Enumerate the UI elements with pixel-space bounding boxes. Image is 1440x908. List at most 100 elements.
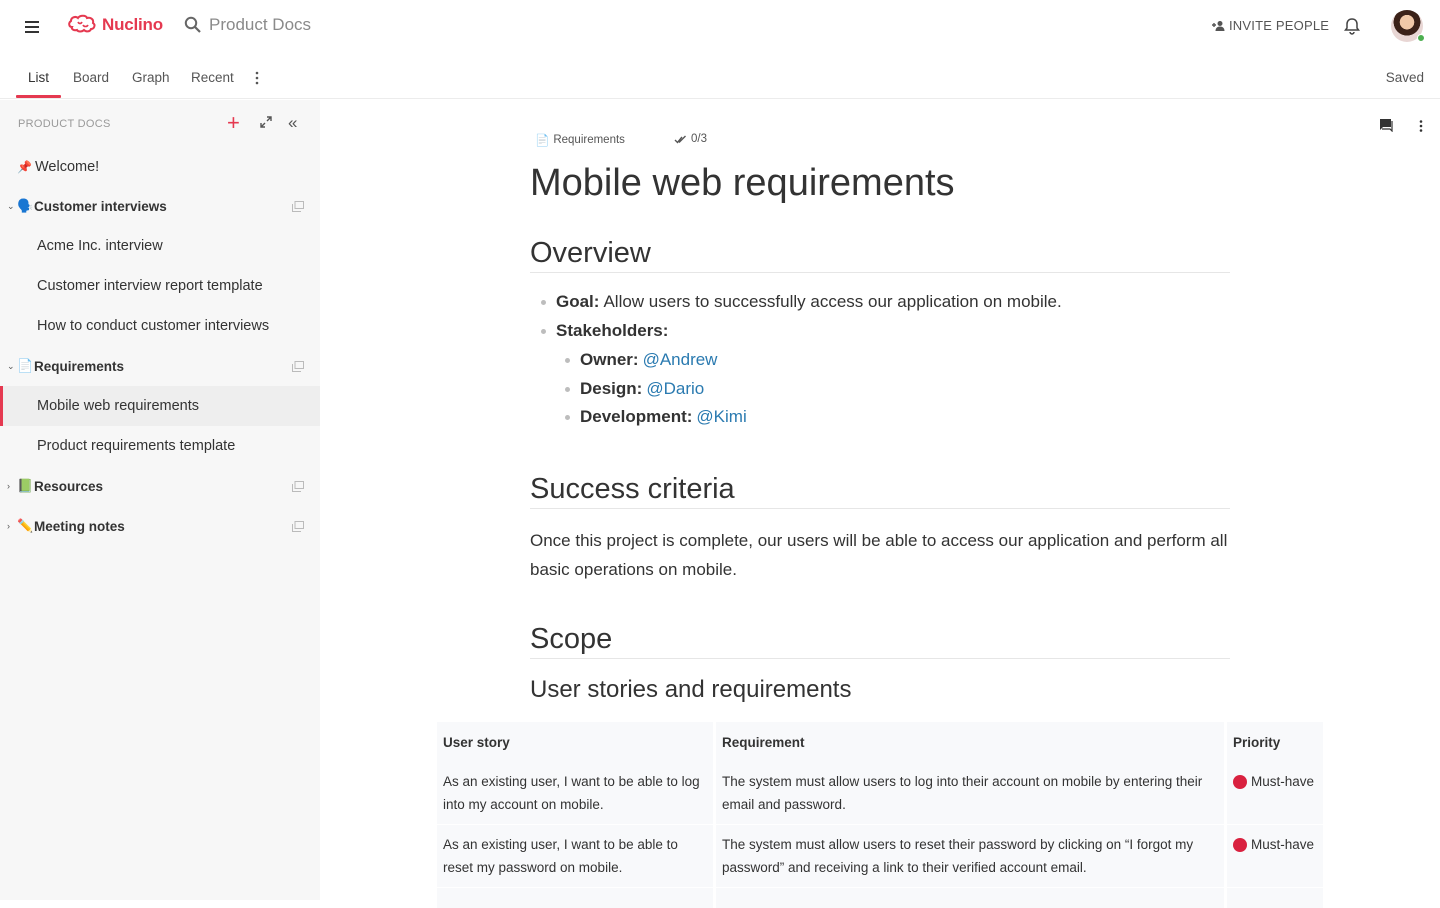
sidebar-item-label: Customer interview report template	[37, 278, 263, 294]
table-row: As an existing user, I want to be able t…	[437, 762, 1323, 824]
table-cell-priority[interactable]: Must-have	[1227, 762, 1323, 824]
workspace-search[interactable]: Product Docs	[184, 15, 311, 35]
chevron-down-icon[interactable]: ⌄	[7, 201, 15, 212]
active-tab-indicator	[16, 95, 61, 98]
overview-heading: Overview	[530, 237, 1230, 273]
table-header-row: User story Requirement Priority	[437, 722, 1323, 762]
add-person-icon	[1212, 20, 1225, 31]
success-criteria-heading: Success criteria	[530, 473, 1230, 509]
add-item-button[interactable]: +	[227, 112, 240, 134]
comment-icon[interactable]	[1379, 118, 1393, 132]
save-status: Saved	[1385, 70, 1424, 85]
sidebar-item-acme-interview[interactable]: Acme Inc. interview	[0, 226, 320, 266]
copy-icon[interactable]	[292, 521, 304, 532]
tab-board[interactable]: Board	[73, 70, 109, 85]
table-cell-story[interactable]: As an existing user, I want to be able t…	[437, 762, 716, 824]
sidebar-item-label: How to conduct customer interviews	[37, 318, 270, 334]
green-book-icon: 📗	[17, 478, 34, 493]
task-progress[interactable]: 0/3	[674, 133, 707, 145]
sidebar-item-label: Mobile web requirements	[37, 398, 199, 414]
copy-icon[interactable]	[292, 361, 304, 372]
table-cell-empty	[437, 888, 716, 908]
breadcrumb-label: Requirements	[553, 134, 625, 146]
table-header-requirement: Requirement	[716, 722, 1227, 762]
sidebar-item-conduct-interviews[interactable]: How to conduct customer interviews	[0, 306, 320, 346]
invite-people-button[interactable]: INVITE PEOPLE	[1212, 18, 1329, 33]
chevron-right-icon[interactable]: ›	[7, 521, 10, 531]
priority-label: Must-have	[1251, 837, 1315, 852]
mention-dario[interactable]: @Dario	[646, 379, 704, 399]
table-cell-empty	[716, 888, 1227, 908]
design-bullet: Design: @Dario	[565, 379, 704, 399]
stakeholders-label: Stakeholders:	[556, 321, 669, 340]
tab-graph[interactable]: Graph	[132, 70, 170, 85]
copy-icon[interactable]	[292, 201, 304, 212]
table-cell-story[interactable]: As an existing user, I want to be able t…	[437, 825, 716, 887]
table-header-user-story: User story	[437, 722, 716, 762]
pencil-icon: ✏️	[17, 518, 34, 533]
sidebar-group-customer-interviews[interactable]: ⌄ 🗣️ Customer interviews	[0, 186, 320, 226]
online-status-indicator	[1417, 34, 1425, 42]
owner-label: Owner:	[580, 350, 639, 369]
speaking-head-icon: 🗣️	[17, 198, 34, 213]
table-row-partial	[437, 888, 1323, 908]
bullet-dot	[541, 328, 546, 334]
stakeholders-bullet: Stakeholders:	[541, 321, 672, 341]
sidebar-group-resources[interactable]: › 📗 Resources	[0, 466, 320, 506]
red-circle-icon	[1233, 774, 1247, 789]
table-row: As an existing user, I want to be able t…	[437, 825, 1323, 887]
invite-label: INVITE PEOPLE	[1229, 18, 1330, 33]
view-tabs: List Board Graph Recent Saved	[0, 62, 1440, 99]
breadcrumb[interactable]: 📄 Requirements	[535, 133, 625, 147]
document-icon: 📄	[535, 135, 550, 147]
search-icon	[184, 16, 201, 33]
double-check-icon	[674, 135, 686, 144]
table-cell-priority[interactable]: Must-have	[1227, 825, 1323, 887]
sidebar-item-mobile-web-requirements[interactable]: Mobile web requirements	[0, 386, 320, 426]
copy-icon[interactable]	[292, 481, 304, 492]
goal-bullet: Goal: Allow users to successfully access…	[541, 292, 1062, 312]
chevron-right-icon[interactable]: ›	[7, 481, 10, 491]
task-count: 0/3	[691, 133, 707, 145]
scope-heading: Scope	[530, 623, 1230, 659]
notifications-bell-icon[interactable]	[1343, 17, 1361, 40]
priority-label: Must-have	[1251, 774, 1315, 789]
table-cell-requirement[interactable]: The system must allow users to reset the…	[716, 825, 1227, 887]
sidebar-item-interview-report-template[interactable]: Customer interview report template	[0, 266, 320, 306]
tab-list[interactable]: List	[28, 70, 49, 85]
sidebar-group-requirements[interactable]: ⌄ 📄 Requirements	[0, 346, 320, 386]
more-options-icon[interactable]	[1418, 119, 1424, 133]
owner-bullet: Owner: @Andrew	[565, 350, 717, 370]
expand-icon[interactable]	[260, 116, 272, 128]
red-circle-icon	[1233, 837, 1247, 852]
menu-icon[interactable]	[22, 17, 42, 37]
sidebar-item-label: Acme Inc. interview	[37, 238, 163, 254]
app-logo[interactable]: Nuclino	[66, 13, 163, 37]
sidebar-group-meeting-notes[interactable]: › ✏️ Meeting notes	[0, 506, 320, 546]
bullet-dot	[541, 299, 546, 305]
tab-recent[interactable]: Recent	[191, 70, 234, 85]
sidebar-group-label: Requirements	[34, 358, 125, 374]
sidebar-header: PRODUCT DOCS	[18, 118, 111, 130]
page-title[interactable]: Mobile web requirements	[530, 162, 955, 205]
more-views-icon[interactable]	[252, 70, 262, 86]
mention-kimi[interactable]: @Kimi	[696, 407, 746, 427]
table-cell-requirement[interactable]: The system must allow users to log into …	[716, 762, 1227, 824]
bullet-dot	[565, 414, 570, 420]
sidebar-item-label: Product requirements template	[37, 438, 236, 454]
table-header-priority: Priority	[1227, 722, 1323, 762]
bullet-dot	[565, 357, 570, 363]
user-stories-heading: User stories and requirements	[530, 676, 852, 703]
collapse-sidebar-icon[interactable]: «	[288, 114, 297, 132]
goal-label: Goal:	[556, 292, 600, 311]
development-label: Development:	[580, 407, 693, 426]
document-icon: 📄	[17, 358, 34, 373]
sidebar-group-label: Customer interviews	[34, 198, 167, 214]
sidebar-item-welcome[interactable]: 📌 Welcome!	[0, 147, 320, 187]
sidebar-item-product-requirements-template[interactable]: Product requirements template	[0, 426, 320, 466]
search-placeholder: Product Docs	[209, 15, 312, 34]
top-bar: Nuclino Product Docs INVITE PEOPLE	[0, 0, 1440, 54]
mention-andrew[interactable]: @Andrew	[643, 350, 718, 370]
chevron-down-icon[interactable]: ⌄	[7, 361, 15, 372]
bullet-dot	[565, 386, 570, 392]
